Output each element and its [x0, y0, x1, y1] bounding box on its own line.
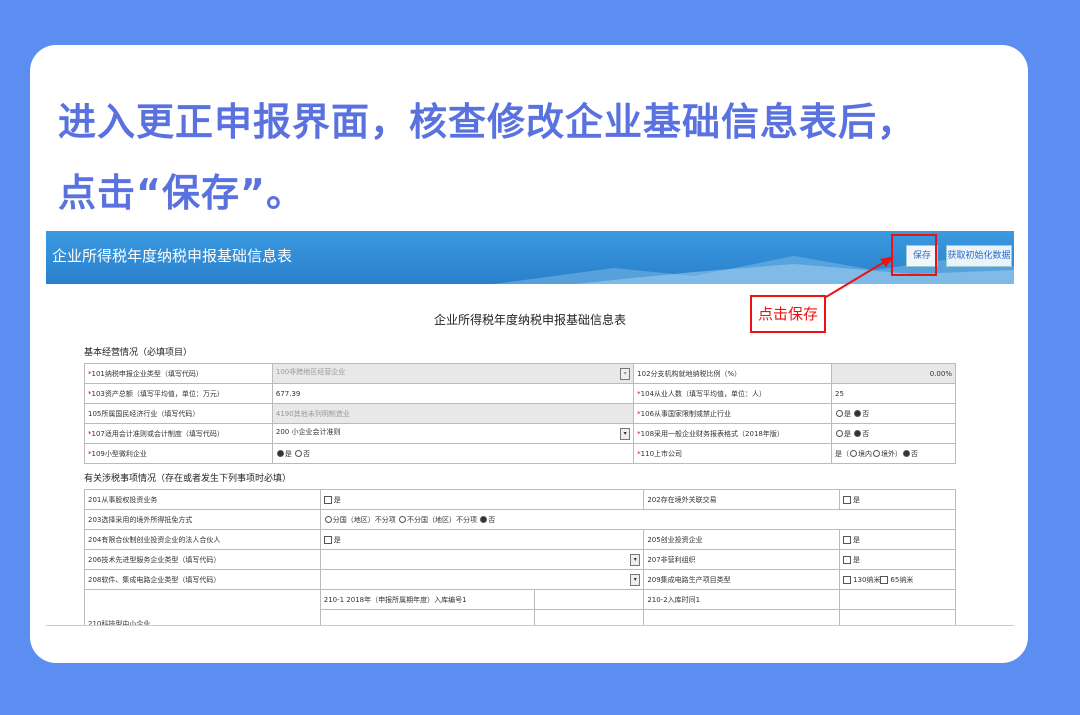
- headline: 进入更正申报界面，核查修改企业基础信息表后， 点击“保存”。: [58, 87, 1008, 229]
- dropdown-icon[interactable]: ▾: [620, 428, 631, 440]
- r104-input[interactable]: 25: [831, 383, 956, 404]
- table-row: *109小型微利企业 是 否 *110上市公司 是（ 境内 境外）否: [84, 443, 956, 464]
- basic-info-table: *101纳税申报企业类型（填写代码） ▾ 100非跨地区经营企业 102分支机构就…: [84, 363, 956, 464]
- headline-line1: 进入更正申报界面，核查修改企业基础信息表后，: [58, 100, 917, 144]
- table-row: 105所属国民经济行业（填写代码） 4190其他未列明制造业 *106从事国家限…: [84, 403, 956, 424]
- table-row: *103资产总额（填写平均值，单位：万元） 677.39 *104从业人数（填写…: [84, 383, 956, 404]
- r103-input[interactable]: 677.39: [271, 383, 635, 404]
- r110-radio[interactable]: 是（ 境内 境外）否: [831, 443, 956, 464]
- r105-input[interactable]: 4190其他未列明制造业: [271, 403, 635, 424]
- table-row: 201从事股权投资业务 是 202存在境外关联交易 是: [84, 489, 956, 510]
- table-row: 206技术先进型服务企业类型（填写代码） ▾ 207非营利组织 是: [84, 549, 956, 570]
- section-basic: 基本经营情况（必填项目）: [84, 348, 193, 358]
- table-row: 203选择采用的境外所得抵免方式 分国（地区）不分项 不分国（地区）不分项 否: [84, 509, 957, 530]
- r101-select[interactable]: ▾ 100非跨地区经营企业: [271, 363, 635, 384]
- table-row: *107适用会计准则或会计制度（填写代码） ▾ 200 小企业会计准则 *108采…: [84, 423, 956, 444]
- tax-matters-table: 201从事股权投资业务 是 202存在境外关联交易 是 203选择采用的境外所得…: [84, 489, 957, 625]
- r109-radio[interactable]: 是 否: [271, 443, 635, 464]
- dropdown-icon[interactable]: ▾: [630, 554, 641, 566]
- form-screenshot: 企业所得税年度纳税申报基础信息表 保存 获取初始化数据 点击保存 企业所得税年度…: [46, 231, 1014, 626]
- r204-checkbox[interactable]: 是: [319, 529, 645, 550]
- section-tax-matters: 有关涉税事项情况（存在或者发生下列事项时必填）: [84, 474, 292, 484]
- r210-1-input[interactable]: [533, 589, 645, 610]
- page-banner: 企业所得税年度纳税申报基础信息表 保存 获取初始化数据: [46, 231, 1014, 284]
- r209-checkbox[interactable]: 130纳米 65纳米: [839, 569, 956, 590]
- dropdown-icon[interactable]: ▾: [620, 368, 631, 380]
- dropdown-icon[interactable]: ▾: [630, 574, 641, 586]
- r206-select[interactable]: ▾: [319, 549, 645, 570]
- fetch-init-data-button[interactable]: 获取初始化数据: [946, 245, 1012, 267]
- banner-title: 企业所得税年度纳税申报基础信息表: [52, 247, 293, 265]
- form-title: 企业所得税年度纳税申报基础信息表: [433, 313, 626, 327]
- r107-select[interactable]: ▾ 200 小企业会计准则: [271, 423, 635, 444]
- r102-value[interactable]: 0.00%: [831, 363, 956, 384]
- table-row: 210科技型中小企业 210-1 2018年（申报所属期年度）入库编号1 210…: [84, 589, 956, 625]
- headline-line2: 点击“保存”。: [58, 171, 305, 215]
- r108-radio[interactable]: 是 否: [831, 423, 956, 444]
- r106-radio[interactable]: 是 否: [831, 403, 956, 424]
- r201-checkbox[interactable]: 是: [319, 489, 645, 510]
- r210-2-input[interactable]: [839, 589, 956, 610]
- table-row: 208软件、集成电路企业类型（填写代码） ▾ 209集成电路生产项目类型 130…: [84, 569, 956, 590]
- r207-checkbox[interactable]: 是: [839, 549, 956, 570]
- r205-checkbox[interactable]: 是: [839, 529, 956, 550]
- r208-select[interactable]: ▾: [319, 569, 645, 590]
- r203-radio[interactable]: 分国（地区）不分项 不分国（地区）不分项 否: [319, 509, 957, 530]
- table-row: 204有限合伙制创业投资企业的法人合伙人 是 205创业投资企业 是: [84, 529, 956, 550]
- slide-card: 进入更正申报界面，核查修改企业基础信息表后， 点击“保存”。 企业所得税年度纳税…: [30, 45, 1028, 663]
- r202-checkbox[interactable]: 是: [839, 489, 956, 510]
- table-row: *101纳税申报企业类型（填写代码） ▾ 100非跨地区经营企业 102分支机构就…: [84, 363, 956, 384]
- save-highlight-box: [891, 234, 937, 276]
